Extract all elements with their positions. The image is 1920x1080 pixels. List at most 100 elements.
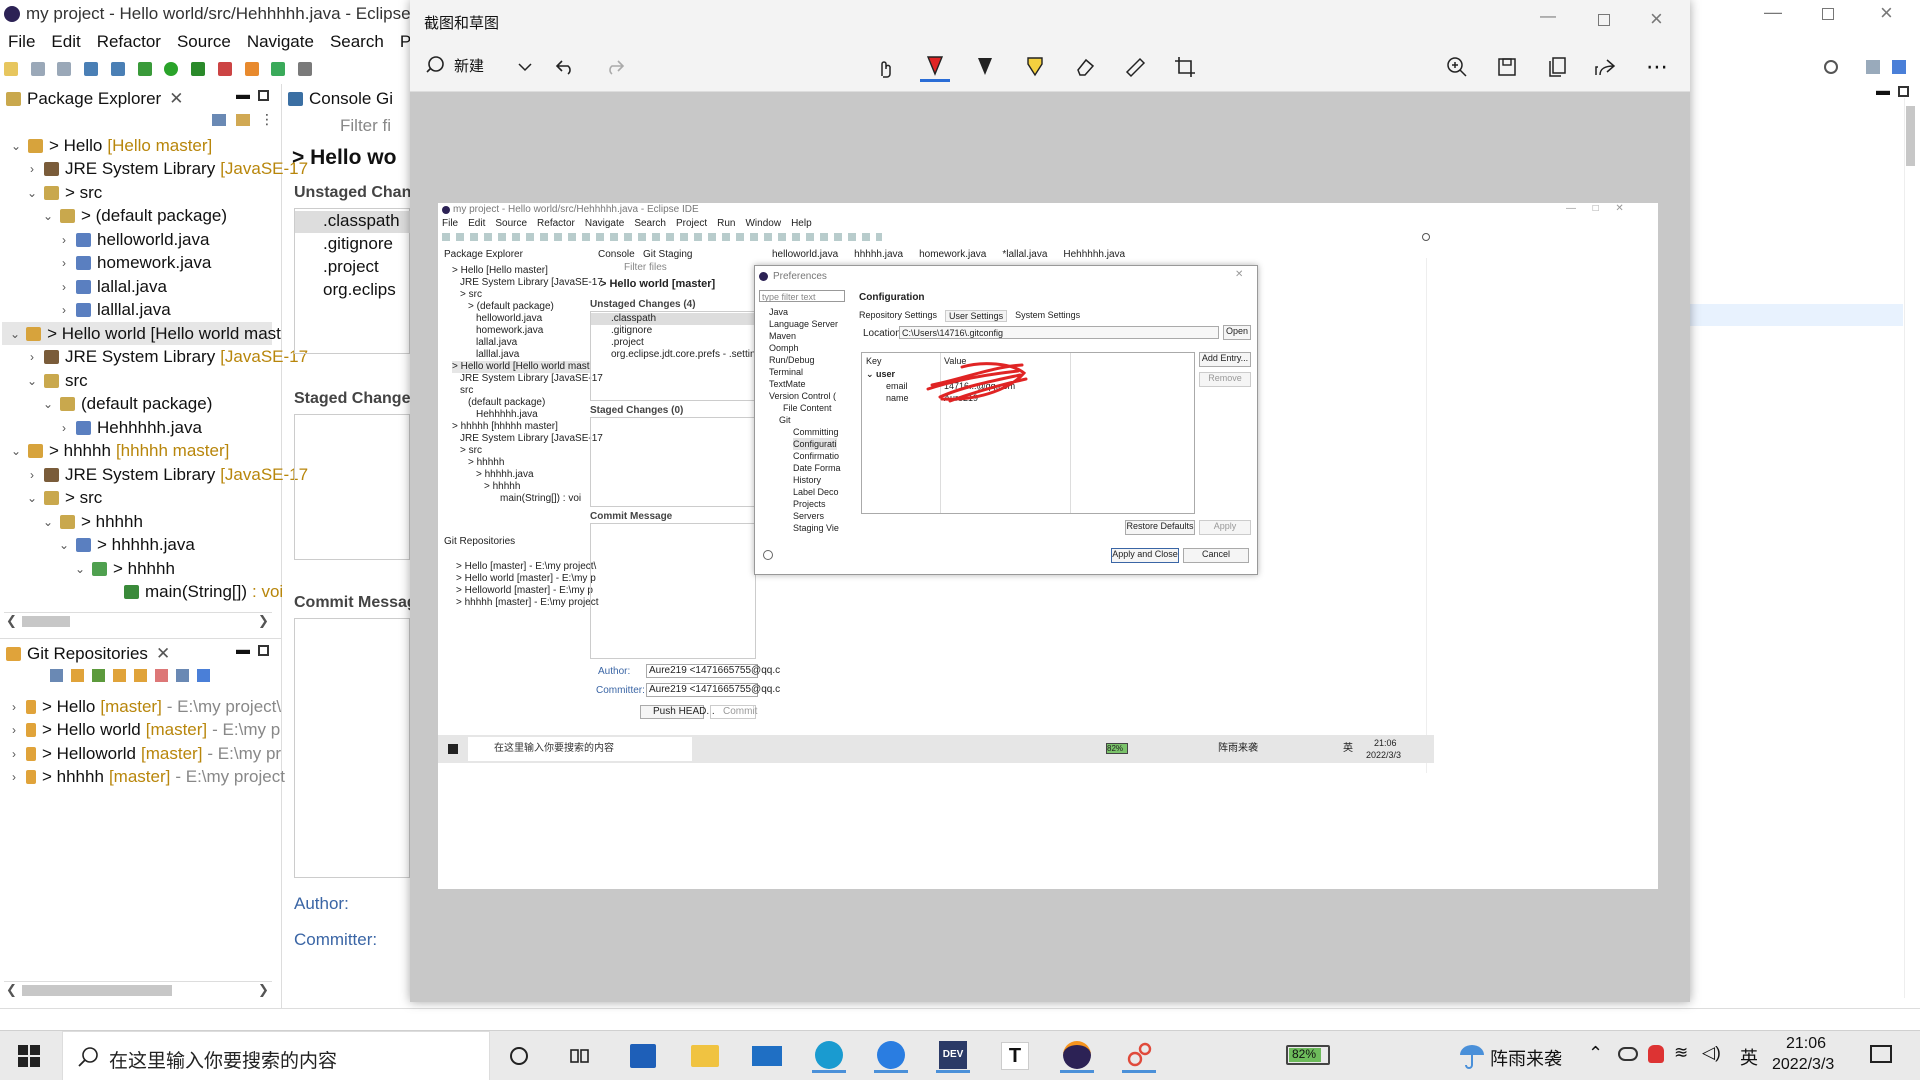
tab-package-explorer[interactable]: Package Explorer ✕ xyxy=(6,86,183,112)
tree-toggle-icon[interactable]: › xyxy=(26,468,38,482)
minimize-view-icon[interactable]: ▬ xyxy=(236,86,250,102)
battery-indicator[interactable]: 82% xyxy=(1286,1045,1330,1065)
unstaged-file-item[interactable]: org.eclips xyxy=(323,280,396,300)
refresh-icon[interactable] xyxy=(155,669,168,682)
menu-refactor[interactable]: Refactor xyxy=(89,30,169,54)
tree-toggle-icon[interactable]: › xyxy=(8,747,20,761)
tree-row[interactable]: › Hehhhhh.java xyxy=(58,416,207,439)
tree-row[interactable]: › lalllal.java xyxy=(58,299,176,322)
menu-source[interactable]: Source xyxy=(169,30,239,54)
menu-file[interactable]: File xyxy=(0,30,43,54)
close-tab-icon[interactable]: ✕ xyxy=(169,89,183,109)
minimize-view-icon[interactable]: ▬ xyxy=(236,641,250,657)
crop-icon[interactable] xyxy=(1170,52,1200,82)
edge-icon[interactable] xyxy=(812,1039,846,1073)
tree-row[interactable]: ⌄ > hhhhh [hhhhh master] xyxy=(10,440,229,463)
tree-toggle-icon[interactable]: › xyxy=(26,162,38,176)
task-view-icon[interactable] xyxy=(562,1039,596,1073)
tree-row[interactable]: › homework.java xyxy=(58,252,216,275)
tree-row[interactable]: ⌄ > src xyxy=(26,487,107,510)
maximize-view-icon[interactable] xyxy=(258,645,269,656)
file-explorer-icon[interactable] xyxy=(688,1039,722,1073)
clock-time[interactable]: 21:06 xyxy=(1786,1035,1826,1053)
clone-repo-icon[interactable] xyxy=(92,669,105,682)
wifi-icon[interactable]: ≋ xyxy=(1674,1043,1688,1063)
new-snip-dropdown-icon[interactable] xyxy=(510,52,540,82)
tree-row[interactable]: ⌄ (default package) xyxy=(42,393,217,416)
git-repos-scrollbar[interactable]: ❮ ❯ xyxy=(4,981,272,999)
unstaged-file-item[interactable]: .classpath xyxy=(295,211,411,233)
menu-edit[interactable]: Edit xyxy=(43,30,88,54)
tree-toggle-icon[interactable]: › xyxy=(8,700,20,714)
tree-row[interactable]: ⌄ > Hello world [Hello world mast xyxy=(2,322,281,345)
tab-git-repositories[interactable]: Git Repositories ✕ xyxy=(6,641,170,667)
snip-maximize-icon[interactable] xyxy=(1598,14,1610,26)
zoom-icon[interactable] xyxy=(1442,52,1472,82)
ballpoint-pen-icon[interactable] xyxy=(920,52,950,82)
java-perspective-icon[interactable] xyxy=(1892,60,1906,74)
feishu-icon[interactable] xyxy=(874,1039,908,1073)
touch-writing-icon[interactable] xyxy=(870,52,900,82)
tree-row[interactable]: › helloworld.java xyxy=(58,228,214,251)
tree-row[interactable]: ⌄ > hhhhh xyxy=(42,510,148,533)
weather-text[interactable]: 阵雨来袭 xyxy=(1490,1045,1562,1071)
weather-icon[interactable] xyxy=(1458,1043,1486,1069)
store-icon[interactable] xyxy=(626,1039,660,1073)
tree-row[interactable]: ⌄ > hhhhh xyxy=(74,557,180,580)
menu-search[interactable]: Search xyxy=(322,30,392,54)
snip-close-icon[interactable]: × xyxy=(1650,6,1663,32)
view-menu-icon[interactable]: ⋮ xyxy=(260,111,274,128)
maximize-view-icon[interactable] xyxy=(258,90,269,101)
start-button[interactable] xyxy=(12,1039,46,1073)
link-icon[interactable] xyxy=(134,669,147,682)
close-icon[interactable]: × xyxy=(1880,0,1893,26)
tree-toggle-icon[interactable]: ⌄ xyxy=(10,139,22,153)
git-repo-row[interactable]: › > Hello [master] - E:\my project\ xyxy=(8,695,281,718)
perspective-icon[interactable] xyxy=(1866,60,1880,74)
commit-message-input[interactable] xyxy=(294,618,410,878)
git-repo-row[interactable]: › > hhhhh [master] - E:\my project xyxy=(8,766,285,789)
undo-icon[interactable] xyxy=(550,52,580,82)
tree-toggle-icon[interactable]: ⌄ xyxy=(58,538,70,552)
new-snip-button[interactable]: 新建 xyxy=(424,54,484,76)
minimize-editor-icon[interactable]: ▬ xyxy=(1876,82,1890,98)
save-icon[interactable] xyxy=(1492,52,1522,82)
new-class-icon[interactable] xyxy=(271,62,286,76)
share-icon[interactable] xyxy=(1590,52,1620,82)
eraser-icon[interactable] xyxy=(1070,52,1100,82)
tree-row[interactable]: › JRE System Library [JavaSE-17 xyxy=(26,346,308,369)
tree-toggle-icon[interactable]: › xyxy=(58,303,70,317)
coverage-icon[interactable] xyxy=(191,62,206,76)
collapse-all-icon[interactable] xyxy=(212,114,226,126)
ruler-icon[interactable] xyxy=(1120,52,1150,82)
save-icon[interactable] xyxy=(30,62,45,76)
unstaged-file-item[interactable]: .gitignore xyxy=(323,234,393,254)
ime-indicator[interactable]: 英 xyxy=(1740,1044,1758,1070)
tree-row[interactable]: main(String[]): voi xyxy=(106,581,283,604)
snip-minimize-icon[interactable]: — xyxy=(1540,8,1556,26)
tree-toggle-icon[interactable]: › xyxy=(58,421,70,435)
tree-row[interactable]: › JRE System Library [JavaSE-17 xyxy=(26,158,308,181)
tab-console[interactable]: Console xyxy=(288,86,371,112)
tree-toggle-icon[interactable]: ⌄ xyxy=(10,327,20,341)
tree-toggle-icon[interactable]: ⌄ xyxy=(26,186,38,200)
save-all-icon[interactable] xyxy=(57,62,72,76)
eclipse-taskbar-icon[interactable] xyxy=(1060,1039,1094,1073)
copy-icon[interactable] xyxy=(1542,52,1572,82)
debug-icon[interactable] xyxy=(137,62,152,76)
dev-cpp-icon[interactable]: DEV xyxy=(936,1039,970,1073)
onedrive-icon[interactable] xyxy=(1618,1047,1638,1061)
redo-icon[interactable] xyxy=(600,52,630,82)
run-icon[interactable] xyxy=(164,62,179,76)
link-editor-icon[interactable] xyxy=(236,114,250,126)
minimize-icon[interactable]: — xyxy=(1764,2,1782,23)
tree-toggle-icon[interactable]: ⌄ xyxy=(10,444,22,458)
add-repo-icon[interactable] xyxy=(71,669,84,682)
tree-toggle-icon[interactable]: › xyxy=(58,256,70,270)
tree-toggle-icon[interactable]: ⌄ xyxy=(74,562,86,576)
tree-toggle-icon[interactable]: › xyxy=(8,723,20,737)
cortana-icon[interactable] xyxy=(502,1039,536,1073)
terminal-icon[interactable] xyxy=(84,62,99,76)
git-repo-row[interactable]: › > Helloworld [master] - E:\my pr xyxy=(8,742,281,765)
highlighter-icon[interactable] xyxy=(1020,52,1050,82)
